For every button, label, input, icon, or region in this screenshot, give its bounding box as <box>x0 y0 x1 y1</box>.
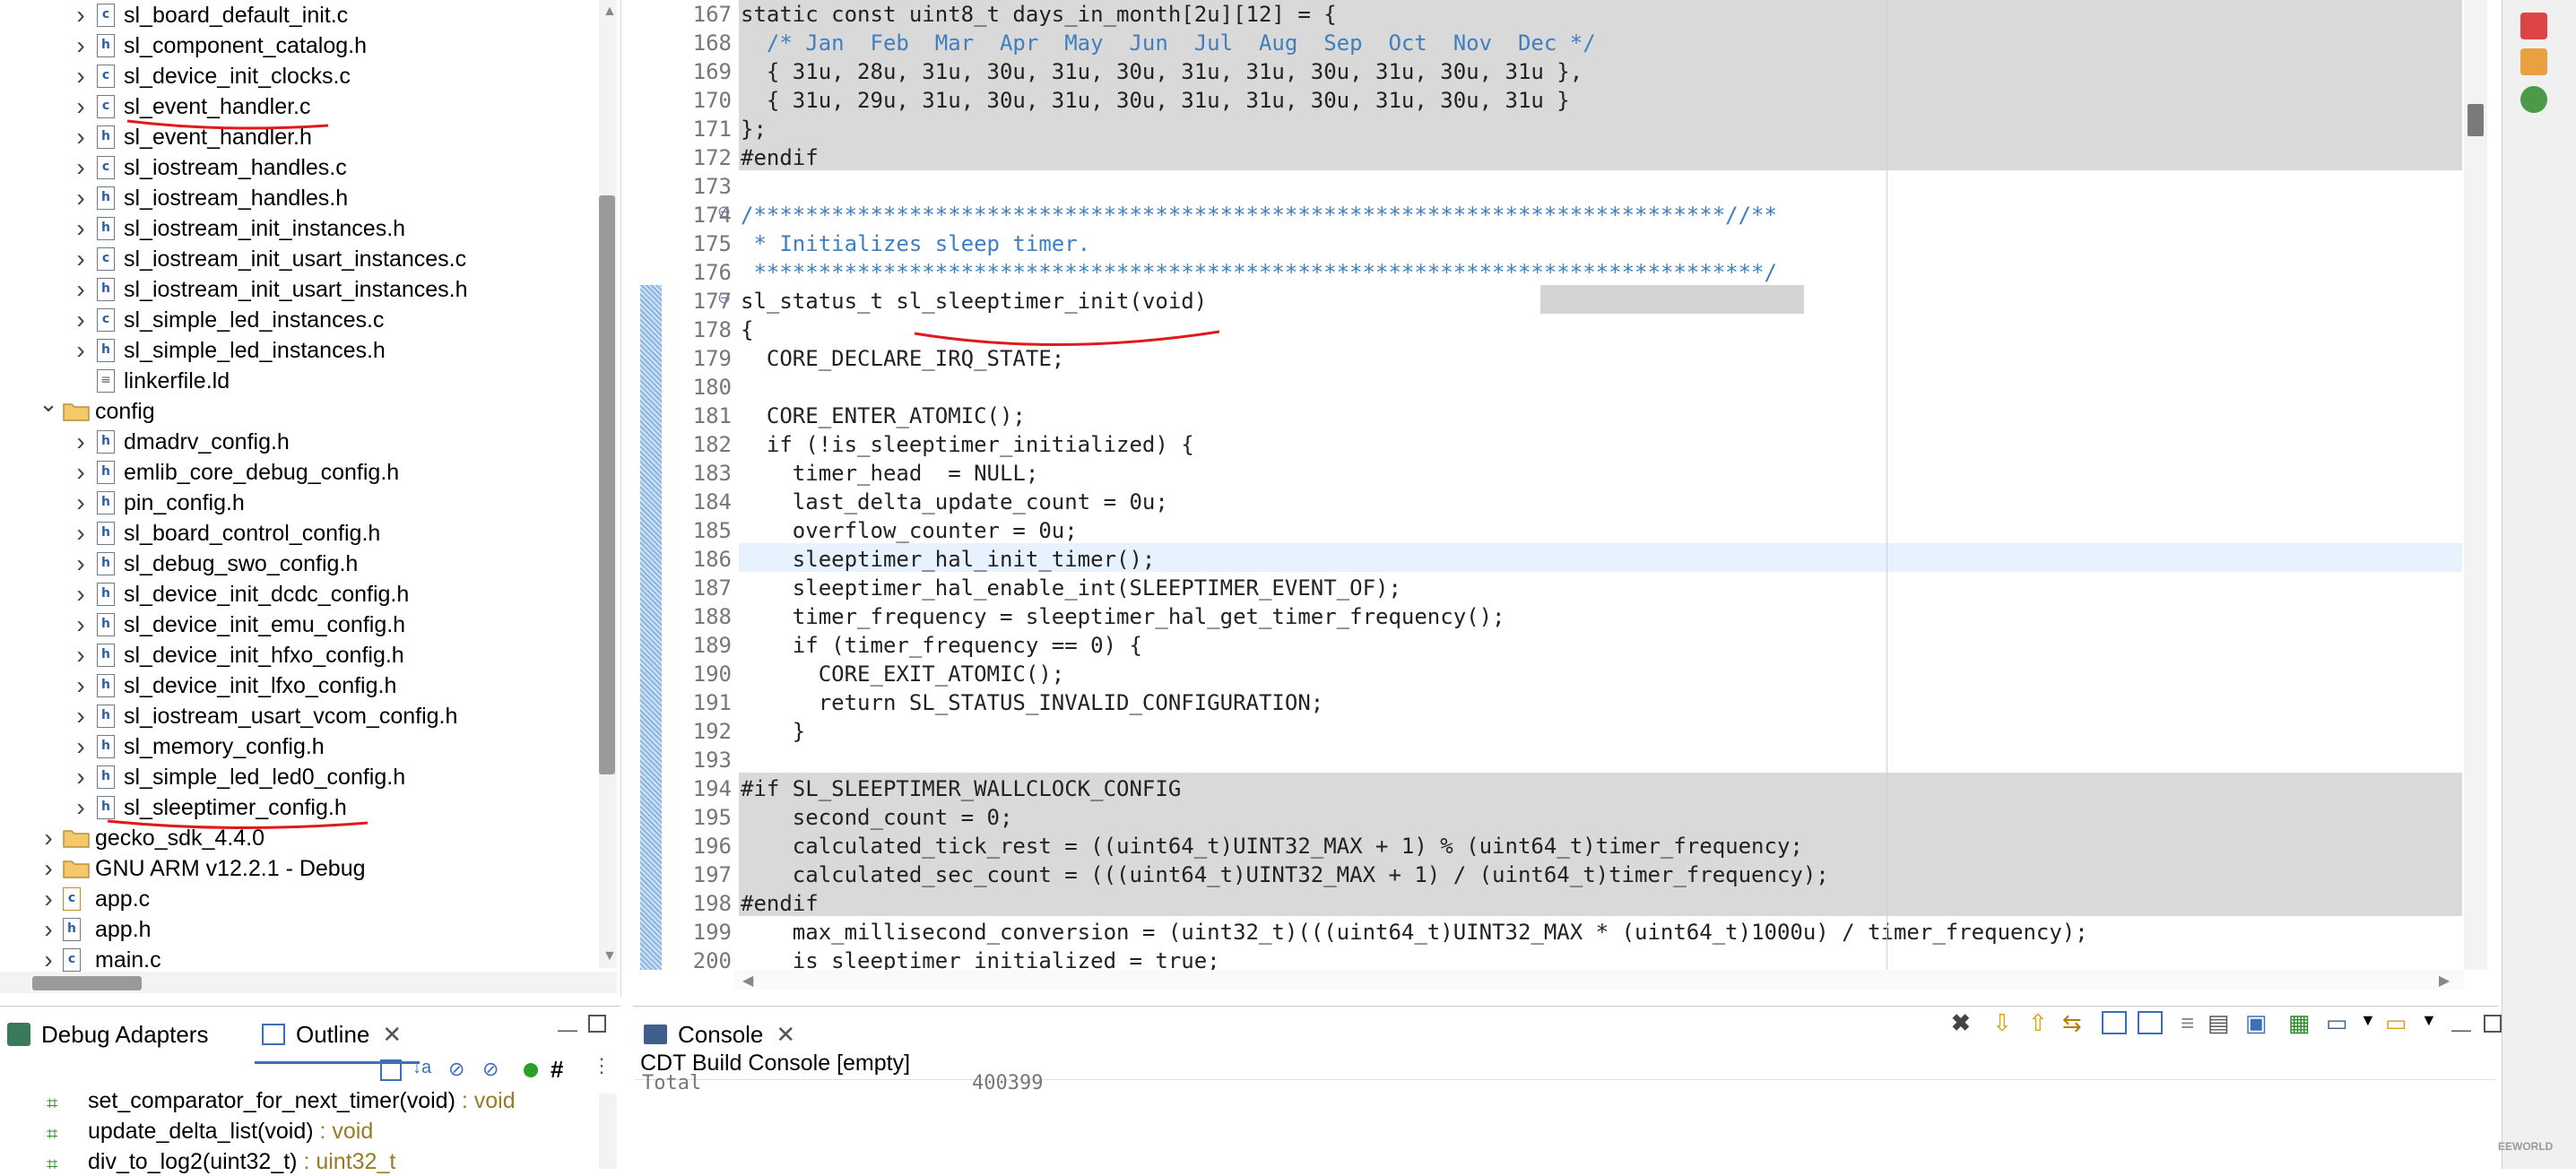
maximize-icon[interactable] <box>588 1015 606 1033</box>
code-line[interactable]: second_count = 0; <box>741 803 1013 832</box>
outline-item[interactable]: div_to_log2(uint32_t) : uint32_t <box>88 1149 395 1175</box>
method-icon: ⌗ <box>47 1092 58 1114</box>
code-line[interactable]: overflow_counter = 0u; <box>741 516 1078 545</box>
debug-perspective-icon[interactable] <box>2520 13 2547 39</box>
word-wrap-icon[interactable] <box>2138 1011 2163 1034</box>
console-partial-text: Total <box>642 1072 702 1094</box>
outline-vertical-scrollbar[interactable] <box>599 1094 617 1169</box>
tab-label: Console <box>678 1020 764 1048</box>
console-icon <box>644 1025 667 1044</box>
pin-console-icon[interactable]: ▣ <box>2245 1009 2268 1037</box>
code-line[interactable]: } <box>741 717 805 746</box>
print-margin-line <box>1886 0 1887 970</box>
code-line[interactable]: calculated_tick_rest = ((uint64_t)UINT32… <box>741 832 1803 860</box>
code-line[interactable]: calculated_sec_count = (((uint64_t)UINT3… <box>741 860 1829 889</box>
view-menu-icon[interactable]: ⋮ <box>592 1054 611 1077</box>
hide-static-icon[interactable]: ⊘ <box>482 1058 499 1081</box>
hide-fields-icon[interactable]: ⊘ <box>448 1058 464 1081</box>
minimize-icon[interactable]: — <box>2451 1018 2471 1042</box>
hide-nonpublic-icon[interactable] <box>524 1063 538 1077</box>
editor-horizontal-scrollbar[interactable] <box>733 970 2464 990</box>
git-branch-icon[interactable] <box>2520 86 2547 113</box>
console-header: CDT Build Console [empty] <box>635 1049 2495 1080</box>
sort-icon[interactable]: ↓a <box>412 1058 431 1078</box>
terminate-icon[interactable]: ✖ <box>1951 1009 1971 1037</box>
chevron-down-icon[interactable]: ▼ <box>2421 1011 2437 1030</box>
code-line[interactable]: #if SL_SLEEPTIMER_WALLCLOCK_CONFIG <box>741 774 1181 803</box>
outline-item[interactable]: set_comparator_for_next_timer(void) : vo… <box>88 1088 516 1114</box>
close-icon[interactable]: ✕ <box>382 1021 402 1049</box>
collapse-all-icon[interactable] <box>380 1059 402 1081</box>
code-line[interactable]: #endif <box>741 889 819 918</box>
code-line[interactable]: timer_frequency = sleeptimer_hal_get_tim… <box>741 602 1505 631</box>
scroll-left-arrow-icon[interactable]: ◀ <box>742 972 753 990</box>
watermark: EEWORLD <box>2498 1140 2554 1153</box>
code-line[interactable]: CORE_ENTER_ATOMIC(); <box>741 402 1026 430</box>
open-console-icon[interactable]: ▦ <box>2288 1009 2311 1037</box>
right-side-toolbar <box>2502 0 2576 1169</box>
separator-icon: ≡ <box>2181 1009 2195 1036</box>
code-line[interactable]: return SL_STATUS_INVALID_CONFIGURATION; <box>741 688 1324 717</box>
scroll-lock-icon[interactable] <box>2102 1011 2127 1034</box>
close-icon[interactable]: ✕ <box>776 1021 795 1049</box>
display-console-icon[interactable]: ▭ <box>2326 1009 2348 1037</box>
editor-scroll-thumb[interactable] <box>2468 104 2484 136</box>
method-icon: ⌗ <box>47 1153 58 1175</box>
quick-diff-change-bar <box>640 285 662 970</box>
tools-icon[interactable] <box>2520 48 2547 75</box>
maximize-icon[interactable] <box>2484 1015 2502 1033</box>
tab-outline[interactable]: Outline ✕ <box>255 1007 420 1064</box>
debug-adapters-icon <box>7 1023 30 1046</box>
outline-item-type: : void <box>455 1088 516 1113</box>
console-partial-value: 400399 <box>972 1072 1044 1094</box>
code-line[interactable]: sleeptimer_hal_init_timer(); <box>741 545 1156 574</box>
method-icon: ⌗ <box>47 1122 58 1145</box>
console-partial-line: Total <box>642 1072 701 1094</box>
chevron-down-icon[interactable]: ▼ <box>2360 1011 2376 1030</box>
outline-item-name: div_to_log2(uint32_t) <box>88 1149 298 1174</box>
code-line[interactable]: sleeptimer_hal_enable_int(SLEEPTIMER_EVE… <box>741 574 1401 602</box>
scroll-right-arrow-icon[interactable]: ▶ <box>2439 972 2450 990</box>
new-console-icon[interactable]: ▭ <box>2385 1009 2407 1037</box>
code-line[interactable]: if (!is_sleeptimer_initialized) { <box>741 430 1194 459</box>
minimize-icon[interactable]: — <box>558 1018 577 1042</box>
code-line[interactable]: last_delta_update_count = 0u; <box>741 488 1168 516</box>
code-line[interactable]: CORE_EXIT_ATOMIC(); <box>741 660 1065 688</box>
outline-item-type: : void <box>313 1119 374 1144</box>
tab-label: Debug Adapters <box>41 1020 209 1048</box>
next-icon[interactable]: ⇩ <box>1992 1009 2012 1037</box>
outline-icon <box>262 1024 285 1045</box>
annotation-underline-editor <box>914 330 1220 347</box>
code-line[interactable]: if (timer_frequency == 0) { <box>741 631 1142 660</box>
symbol-occurrence-highlight <box>1540 285 1804 314</box>
tab-label: Outline <box>296 1020 370 1048</box>
link-icon[interactable]: ⇆ <box>2062 1009 2082 1037</box>
clear-console-icon[interactable]: ▤ <box>2207 1009 2230 1037</box>
code-line[interactable]: timer_head = NULL; <box>741 459 1039 488</box>
annotation-underlines-explorer <box>107 119 369 830</box>
previous-icon[interactable]: ⇧ <box>2028 1009 2048 1037</box>
tab-debug-adapters[interactable]: Debug Adapters <box>0 1007 242 1061</box>
outline-item[interactable]: update_delta_list(void) : void <box>88 1119 373 1145</box>
editor-vertical-scrollbar[interactable] <box>2464 0 2487 970</box>
outline-item-type: : uint32_t <box>297 1149 396 1174</box>
outline-item-name: update_delta_list(void) <box>88 1119 314 1144</box>
hash-defines-icon[interactable]: # <box>551 1056 563 1084</box>
outline-item-name: set_comparator_for_next_timer(void) <box>88 1088 455 1113</box>
